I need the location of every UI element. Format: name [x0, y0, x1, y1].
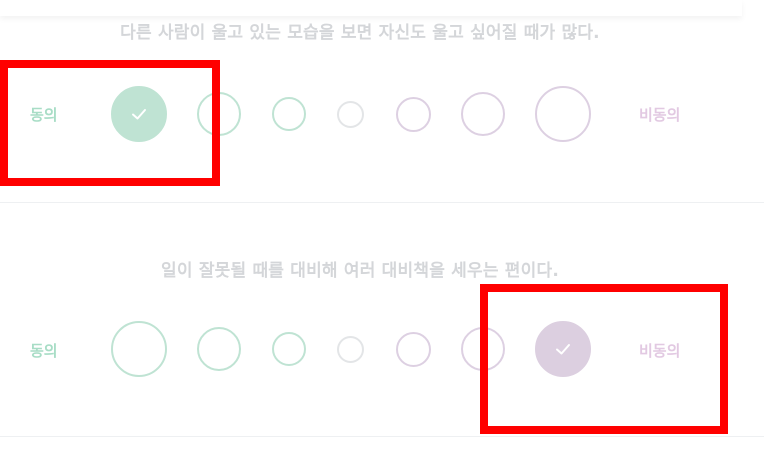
survey-page: 다른 사람이 울고 있는 모습을 보면 자신도 울고 싶어질 때가 많다. 동의… — [0, 0, 764, 474]
divider — [0, 436, 764, 437]
scale-option-1[interactable] — [111, 321, 167, 377]
scale-option-2[interactable] — [197, 92, 241, 136]
scale-option-1[interactable] — [111, 86, 167, 142]
check-icon — [556, 344, 570, 355]
highlight-box — [480, 284, 728, 434]
scale-option-3[interactable] — [272, 97, 306, 131]
check-icon — [132, 109, 146, 120]
scale-option-7[interactable] — [535, 86, 591, 142]
scale-option-5[interactable] — [396, 97, 431, 132]
scale-option-3[interactable] — [272, 332, 306, 366]
question-text: 일이 잘못될 때를 대비해 여러 대비책을 세우는 편이다. — [161, 261, 559, 281]
scale-option-2[interactable] — [197, 327, 241, 371]
scale-option-6[interactable] — [461, 92, 505, 136]
agree-label: 동의 — [30, 106, 58, 124]
scale-option-6[interactable] — [461, 327, 505, 371]
scale-option-7[interactable] — [535, 321, 591, 377]
disagree-label: 비동의 — [639, 106, 681, 124]
scale-option-4[interactable] — [337, 101, 364, 128]
divider — [0, 202, 764, 203]
scale-option-5[interactable] — [396, 332, 431, 367]
question-text: 다른 사람이 울고 있는 모습을 보면 자신도 울고 싶어질 때가 많다. — [120, 23, 600, 43]
agree-label: 동의 — [30, 342, 58, 360]
top-bar — [0, 0, 742, 16]
scale-option-4[interactable] — [337, 336, 364, 363]
disagree-label: 비동의 — [639, 342, 681, 360]
